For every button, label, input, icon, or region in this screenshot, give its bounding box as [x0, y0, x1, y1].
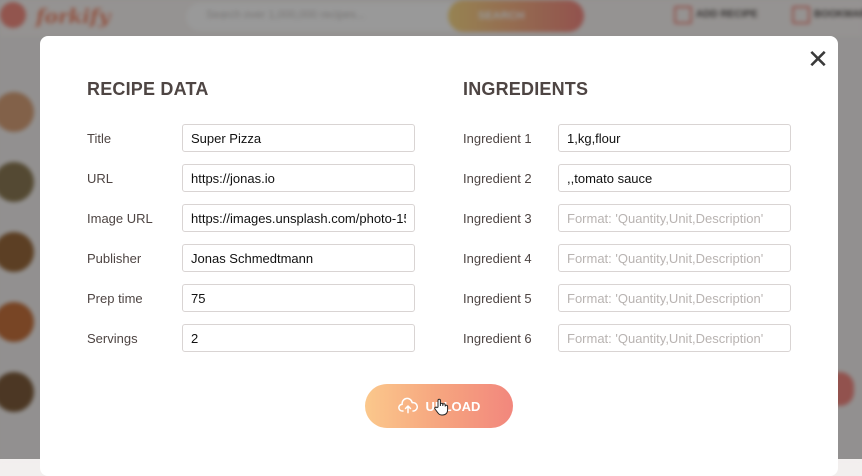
prep-time-input[interactable]	[182, 284, 415, 312]
ingredient-2-input[interactable]	[558, 164, 791, 192]
url-label: URL	[87, 171, 114, 186]
ingredient-3-label: Ingredient 3	[463, 211, 532, 226]
image-url-input[interactable]	[182, 204, 415, 232]
publisher-input[interactable]	[182, 244, 415, 272]
title-input[interactable]	[182, 124, 415, 152]
ingredient-6-label: Ingredient 6	[463, 331, 532, 346]
ingredient-4-label: Ingredient 4	[463, 251, 532, 266]
title-label: Title	[87, 131, 112, 146]
cloud-upload-icon	[397, 397, 418, 414]
servings-label: Servings	[87, 331, 138, 346]
ingredient-2-label: Ingredient 2	[463, 171, 532, 186]
publisher-label: Publisher	[87, 251, 142, 266]
ingredient-3-input[interactable]	[558, 204, 791, 232]
ingredients-heading: INGREDIENTS	[463, 79, 589, 99]
prep-time-label: Prep time	[87, 291, 143, 306]
image-url-label: Image URL	[87, 211, 153, 226]
ingredient-5-input[interactable]	[558, 284, 791, 312]
url-input[interactable]	[182, 164, 415, 192]
ingredient-1-label: Ingredient 1	[463, 131, 532, 146]
ingredient-1-input[interactable]	[558, 124, 791, 152]
ingredient-4-input[interactable]	[558, 244, 791, 272]
close-button[interactable]: ✕	[806, 46, 830, 72]
servings-input[interactable]	[182, 324, 415, 352]
ingredient-5-label: Ingredient 5	[463, 291, 532, 306]
hand-cursor-icon	[434, 398, 449, 416]
ingredient-6-input[interactable]	[558, 324, 791, 352]
recipe-data-heading: RECIPE DATA	[87, 79, 209, 99]
